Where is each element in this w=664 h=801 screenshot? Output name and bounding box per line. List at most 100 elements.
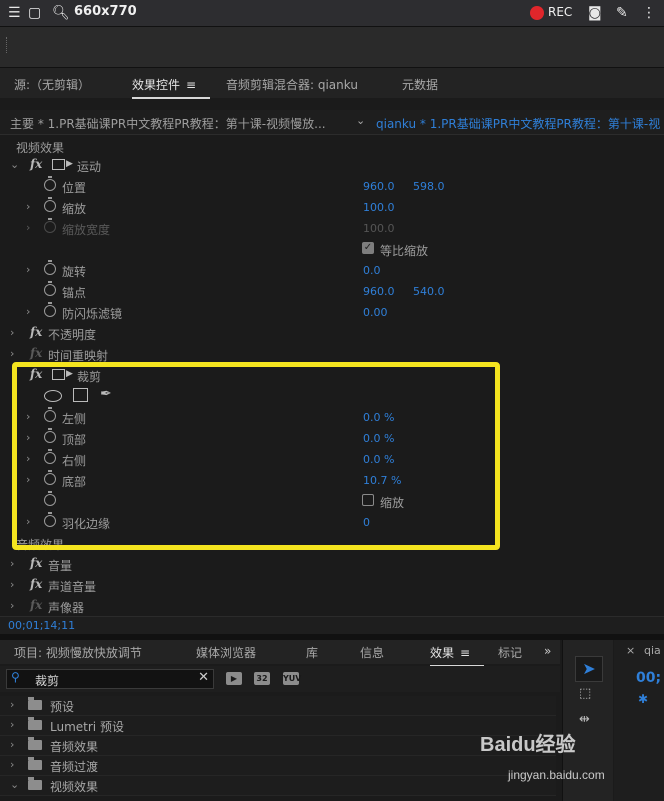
anchor-x-value[interactable]: 960.0: [363, 285, 395, 298]
scale-value[interactable]: 100.0: [363, 201, 395, 214]
sequence-clip-label[interactable]: qianku * 1.PR基础课PR中文教程PR教程：第十课-视: [376, 115, 660, 132]
chevron-right-icon[interactable]: ›: [10, 738, 14, 751]
panel-menu-icon[interactable]: ≡: [186, 78, 196, 92]
chevron-right-icon[interactable]: ›: [10, 557, 14, 570]
transform-icon[interactable]: [52, 159, 65, 170]
effect-panner[interactable]: › fx 声像器: [0, 596, 664, 617]
chevron-right-icon[interactable]: ›: [26, 200, 30, 213]
baidu-watermark-url: jingyan.baidu.com: [508, 768, 605, 782]
sequence-tab[interactable]: qia: [644, 644, 661, 657]
chevron-right-icon[interactable]: ›: [10, 718, 14, 731]
stopwatch-icon[interactable]: [44, 197, 56, 212]
folder-label: 音频效果: [50, 740, 99, 754]
stopwatch-icon[interactable]: [44, 176, 56, 191]
fx-icon[interactable]: fx: [30, 157, 42, 171]
panel-menu-icon[interactable]: ≡: [460, 646, 470, 660]
snap-icon[interactable]: ✱: [638, 692, 648, 706]
folder-star-icon: [28, 717, 42, 730]
chevron-right-icon[interactable]: ›: [10, 326, 14, 339]
close-icon[interactable]: ×: [626, 644, 635, 657]
pen-icon[interactable]: ✎: [616, 4, 628, 22]
yuv-icon[interactable]: YUV: [283, 672, 301, 685]
uniform-scale-label: 等比缩放: [380, 244, 429, 258]
tab-effect-controls[interactable]: 效果控件 ≡: [132, 76, 211, 99]
more-tabs-icon[interactable]: »: [544, 644, 551, 658]
camera-icon[interactable]: ◙: [588, 4, 602, 22]
current-timecode[interactable]: 00;01;14;11: [8, 619, 75, 632]
antiflicker-value[interactable]: 0.00: [363, 306, 388, 319]
chevron-down-icon[interactable]: ⌄: [356, 114, 365, 127]
tab-media-browser[interactable]: 媒体浏览器: [196, 644, 256, 661]
stopwatch-icon[interactable]: [44, 281, 56, 296]
rotation-value[interactable]: 0.0: [363, 264, 381, 277]
master-clip-label[interactable]: 主要 * 1.PR基础课PR中文教程PR教程：第十课-视频慢放...: [10, 115, 326, 132]
tab-source[interactable]: 源:（无剪辑）: [14, 76, 90, 93]
tab-audio-mixer[interactable]: 音频剪辑混合器: qianku: [226, 76, 358, 93]
fx-icon[interactable]: fx: [30, 556, 42, 570]
chevron-down-icon[interactable]: ⌄: [10, 158, 19, 171]
fx-icon[interactable]: fx: [30, 325, 42, 339]
effect-opacity[interactable]: › fx 不透明度: [0, 323, 664, 344]
search-input[interactable]: 裁剪: [35, 672, 59, 689]
position-x-value[interactable]: 960.0: [363, 180, 395, 193]
folder-star-icon: [28, 697, 42, 710]
param-uniform-scale: ✓ 等比缩放: [0, 239, 664, 260]
tab-markers[interactable]: 标记: [498, 644, 522, 661]
folder-audio-effects[interactable]: › 音频效果: [0, 736, 556, 756]
tab-effects[interactable]: 效果 ≡: [430, 644, 485, 667]
chevron-right-icon[interactable]: ›: [26, 263, 30, 276]
track-select-tool-icon[interactable]: ⬚: [579, 686, 591, 701]
anchor-y-value[interactable]: 540.0: [413, 285, 445, 298]
param-scale-width: › 缩放宽度 100.0: [0, 218, 664, 239]
position-y-value[interactable]: 598.0: [413, 180, 445, 193]
volume-label: 音量: [48, 559, 73, 573]
stopwatch-icon[interactable]: [44, 302, 56, 317]
folder-lumetri-presets[interactable]: › Lumetri 预设: [0, 716, 556, 736]
folder-label: 音频过渡: [50, 760, 99, 774]
chevron-right-icon[interactable]: ›: [26, 305, 30, 318]
menu-icon[interactable]: ☰: [8, 4, 21, 22]
effect-motion[interactable]: ⌄ fx ▶ 运动: [0, 155, 664, 176]
record-icon[interactable]: [530, 6, 544, 20]
motion-label: 运动: [77, 160, 102, 174]
ripple-edit-tool-icon[interactable]: ⇹: [579, 712, 590, 727]
window-icon[interactable]: ▢: [28, 4, 41, 22]
fx-icon[interactable]: fx: [30, 577, 42, 591]
tab-project[interactable]: 项目: 视频慢放快放调节: [14, 644, 142, 661]
chevron-right-icon[interactable]: ›: [10, 758, 14, 771]
folder-presets[interactable]: › 预设: [0, 696, 556, 716]
param-scale: › 缩放 100.0: [0, 197, 664, 218]
chevron-right-icon[interactable]: ›: [10, 698, 14, 711]
folder-audio-transitions[interactable]: › 音频过渡: [0, 756, 556, 776]
tab-libraries[interactable]: 库: [306, 644, 318, 661]
chevron-right-icon[interactable]: ›: [10, 578, 14, 591]
chevron-right-icon[interactable]: ›: [10, 347, 14, 360]
more-icon[interactable]: ⋮: [642, 4, 656, 22]
panel-tabs: 源:（无剪辑） 效果控件 ≡ 音频剪辑混合器: qianku 元数据: [0, 68, 664, 99]
record-label[interactable]: REC: [548, 5, 572, 19]
32-bit-icon[interactable]: 32: [254, 672, 270, 685]
scale-width-value: 100.0: [363, 222, 395, 235]
drag-grip[interactable]: [6, 37, 10, 53]
accelerated-effects-icon[interactable]: ▶: [226, 672, 242, 685]
tab-effects-label: 效果: [430, 646, 455, 660]
effects-search-row: ⚲ 裁剪 ✕ ▶ 32 YUV: [0, 666, 560, 692]
param-antiflicker: › 防闪烁滤镜 0.00: [0, 302, 664, 323]
search-icon[interactable]: 🔍︎: [52, 4, 70, 22]
chevron-right-icon[interactable]: ›: [10, 599, 14, 612]
effect-channel-volume[interactable]: › fx 声道音量: [0, 575, 664, 596]
clear-search-icon[interactable]: ✕: [198, 670, 209, 685]
chevron-down-icon[interactable]: ⌄: [10, 778, 19, 791]
stopwatch-icon[interactable]: [44, 260, 56, 275]
folder-video-effects[interactable]: ⌄ 视频效果: [0, 776, 556, 796]
tab-metadata[interactable]: 元数据: [402, 76, 438, 93]
folder-icon: [28, 737, 42, 750]
effect-volume[interactable]: › fx 音量: [0, 554, 664, 575]
effects-search-box[interactable]: ⚲ 裁剪 ✕: [6, 669, 214, 689]
channel-volume-label: 声道音量: [48, 580, 97, 594]
timeline-timecode[interactable]: 00;: [636, 670, 661, 686]
tab-info[interactable]: 信息: [360, 644, 384, 661]
bottom-panel-tabs: 项目: 视频慢放快放调节 媒体浏览器 库 信息 效果 ≡ 标记 »: [0, 640, 560, 667]
uniform-scale-checkbox[interactable]: ✓: [362, 242, 374, 254]
selection-tool-icon[interactable]: ➤: [575, 656, 603, 682]
